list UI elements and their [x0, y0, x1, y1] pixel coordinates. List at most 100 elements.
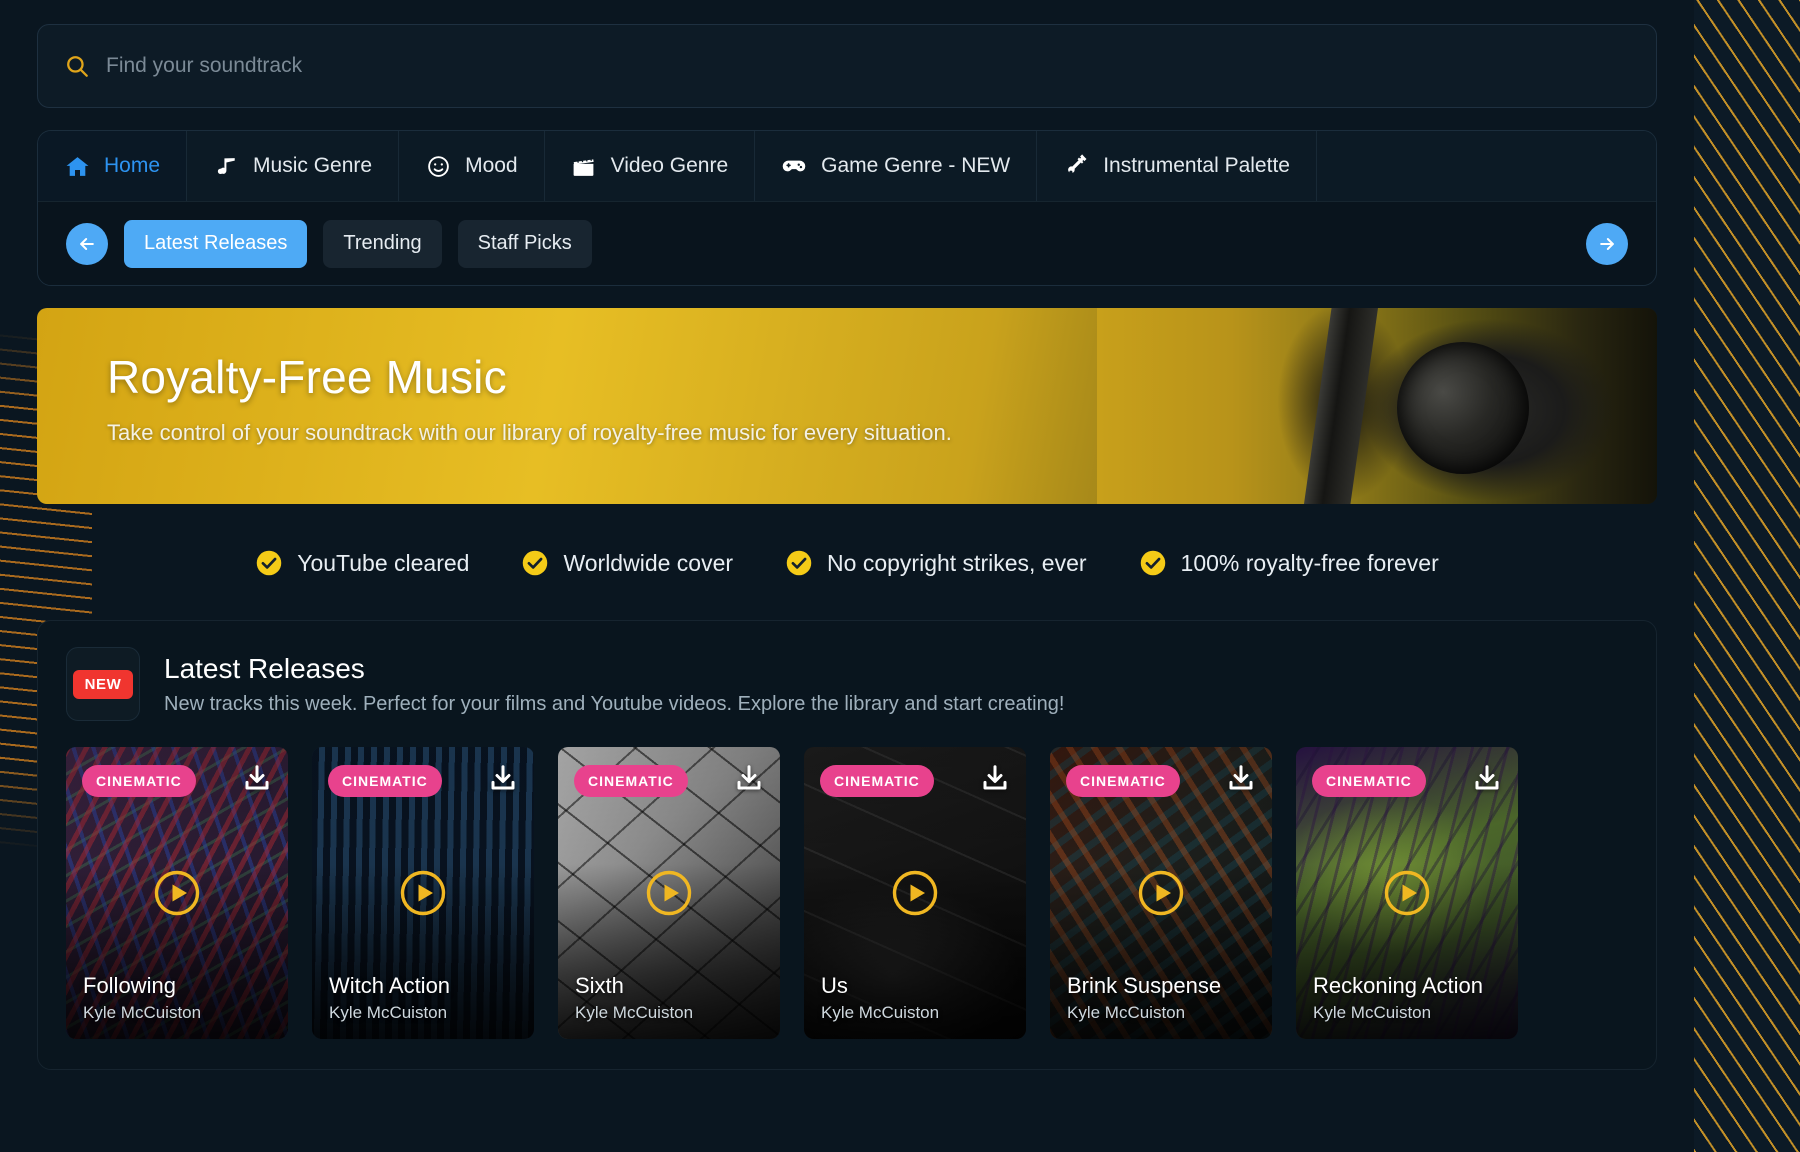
hero-subtitle: Take control of your soundtrack with our…: [107, 420, 952, 445]
tab-music-genre[interactable]: Music Genre: [187, 131, 400, 201]
track-title: Reckoning Action: [1313, 972, 1483, 998]
tab-bar: Home Music Genre Mood Video Genre Game G…: [38, 131, 1656, 201]
check-circle-icon: [785, 549, 813, 577]
genre-tag: CINEMATIC: [1312, 765, 1426, 797]
filter-pill-bar: Latest Releases Trending Staff Picks: [38, 201, 1656, 285]
track-meta: Reckoning Action Kyle McCuiston: [1313, 973, 1504, 1023]
track-card[interactable]: CINEMATIC: [558, 747, 780, 1039]
track-card[interactable]: CINEMATIC: [804, 747, 1026, 1039]
track-artist: Kyle McCuiston: [1067, 1003, 1186, 1022]
feature-label: Worldwide cover: [563, 549, 734, 576]
feature-item: YouTube cleared: [255, 549, 469, 577]
play-button[interactable]: [645, 869, 693, 917]
hero-title: Royalty-Free Music: [107, 351, 507, 403]
track-meta: Brink Suspense Kyle McCuiston: [1067, 973, 1258, 1023]
feature-label: 100% royalty-free forever: [1180, 549, 1439, 576]
section-title: Latest Releases: [164, 652, 365, 684]
download-icon[interactable]: [1226, 763, 1256, 793]
track-title: Us: [821, 972, 848, 998]
track-title: Sixth: [575, 972, 624, 998]
check-circle-icon: [521, 549, 549, 577]
navigation-card: Home Music Genre Mood Video Genre Game G…: [37, 130, 1657, 286]
play-button[interactable]: [1137, 869, 1185, 917]
section-header: NEW Latest Releases New tracks this week…: [66, 647, 1628, 721]
track-card[interactable]: CINEMATIC: [1050, 747, 1272, 1039]
tab-mood-label: Mood: [465, 154, 518, 177]
headphone-band: [1298, 308, 1382, 504]
feature-item: No copyright strikes, ever: [785, 549, 1087, 577]
track-meta: Witch Action Kyle McCuiston: [329, 973, 520, 1023]
play-button[interactable]: [399, 869, 447, 917]
play-button[interactable]: [153, 869, 201, 917]
pill-trending-label: Trending: [343, 232, 422, 254]
pill-latest-releases[interactable]: Latest Releases: [124, 219, 308, 268]
hero-headphones-image: [1097, 308, 1657, 504]
tab-bar-filler: [1316, 131, 1656, 201]
download-icon[interactable]: [242, 763, 272, 793]
check-circle-icon: [255, 549, 283, 577]
new-badge-tile: NEW: [66, 647, 140, 721]
genre-tag: CINEMATIC: [82, 765, 196, 797]
download-icon[interactable]: [1472, 763, 1502, 793]
guitar-icon: [1063, 153, 1089, 179]
feature-item: 100% royalty-free forever: [1139, 549, 1439, 577]
track-artist: Kyle McCuiston: [1313, 1003, 1432, 1022]
section-description: New tracks this week. Perfect for your f…: [164, 692, 1065, 715]
download-icon[interactable]: [734, 763, 764, 793]
pill-staff-picks[interactable]: Staff Picks: [457, 219, 592, 268]
search-input[interactable]: [106, 46, 1630, 86]
track-card[interactable]: CINEMATIC: [66, 747, 288, 1039]
tab-video-genre[interactable]: Video Genre: [544, 131, 756, 201]
pill-trending[interactable]: Trending: [323, 219, 442, 268]
genre-tag: CINEMATIC: [820, 765, 934, 797]
genre-tag: CINEMATIC: [574, 765, 688, 797]
track-artist: Kyle McCuiston: [821, 1003, 940, 1022]
gamepad-icon: [781, 153, 807, 179]
decorative-right-stripes: [1694, 0, 1800, 1152]
track-meta: Following Kyle McCuiston: [83, 973, 274, 1023]
feature-label: YouTube cleared: [297, 549, 470, 576]
track-title: Following: [83, 972, 176, 998]
page: Home Music Genre: [0, 0, 1694, 1152]
content-container: Home Music Genre: [37, 24, 1657, 1070]
tab-instrumental-palette-label: Instrumental Palette: [1103, 154, 1290, 177]
hero-text-block: Royalty-Free Music Take control of your …: [107, 350, 952, 446]
track-artist: Kyle McCuiston: [575, 1003, 694, 1022]
new-badge: NEW: [72, 669, 134, 699]
track-meta: Us Kyle McCuiston: [821, 973, 1012, 1023]
latest-releases-section: NEW Latest Releases New tracks this week…: [37, 620, 1657, 1070]
music-note-icon: [213, 153, 239, 179]
download-icon[interactable]: [488, 763, 518, 793]
track-meta: Sixth Kyle McCuiston: [575, 973, 766, 1023]
pill-staff-picks-label: Staff Picks: [477, 232, 572, 254]
play-button[interactable]: [891, 869, 939, 917]
genre-tag: CINEMATIC: [328, 765, 442, 797]
search-bar[interactable]: [37, 24, 1657, 108]
carousel-prev-button[interactable]: [66, 222, 108, 265]
track-card[interactable]: CINEMATIC: [1296, 747, 1518, 1039]
tab-game-genre-label: Game Genre - NEW: [821, 154, 1011, 177]
feature-list: YouTube cleared Worldwide cover No copyr…: [37, 540, 1657, 586]
headphone-earcup: [1397, 342, 1529, 474]
pill-latest-releases-label: Latest Releases: [144, 232, 288, 254]
track-artist: Kyle McCuiston: [83, 1003, 202, 1022]
download-icon[interactable]: [980, 763, 1010, 793]
track-title: Brink Suspense: [1067, 972, 1222, 998]
tab-mood[interactable]: Mood: [399, 131, 545, 201]
tab-game-genre[interactable]: Game Genre - NEW: [755, 131, 1038, 201]
tab-instrumental-palette[interactable]: Instrumental Palette: [1037, 131, 1317, 201]
search-icon: [64, 53, 90, 79]
tab-music-genre-label: Music Genre: [253, 154, 373, 177]
track-title: Witch Action: [329, 972, 451, 998]
section-header-text: Latest Releases New tracks this week. Pe…: [164, 653, 1064, 716]
tab-home[interactable]: Home: [38, 131, 188, 201]
play-button[interactable]: [1383, 869, 1431, 917]
feature-item: Worldwide cover: [521, 549, 733, 577]
track-card-grid: CINEMATIC Following Kyle McCuiston CINEM…: [66, 747, 1628, 1039]
carousel-next-button[interactable]: [1586, 222, 1628, 265]
tab-video-genre-label: Video Genre: [610, 154, 729, 177]
track-card[interactable]: CINEMATIC: [312, 747, 534, 1039]
clapperboard-icon: [571, 153, 597, 179]
track-artist: Kyle McCuiston: [329, 1003, 448, 1022]
hero-banner[interactable]: Royalty-Free Music Take control of your …: [37, 308, 1657, 504]
